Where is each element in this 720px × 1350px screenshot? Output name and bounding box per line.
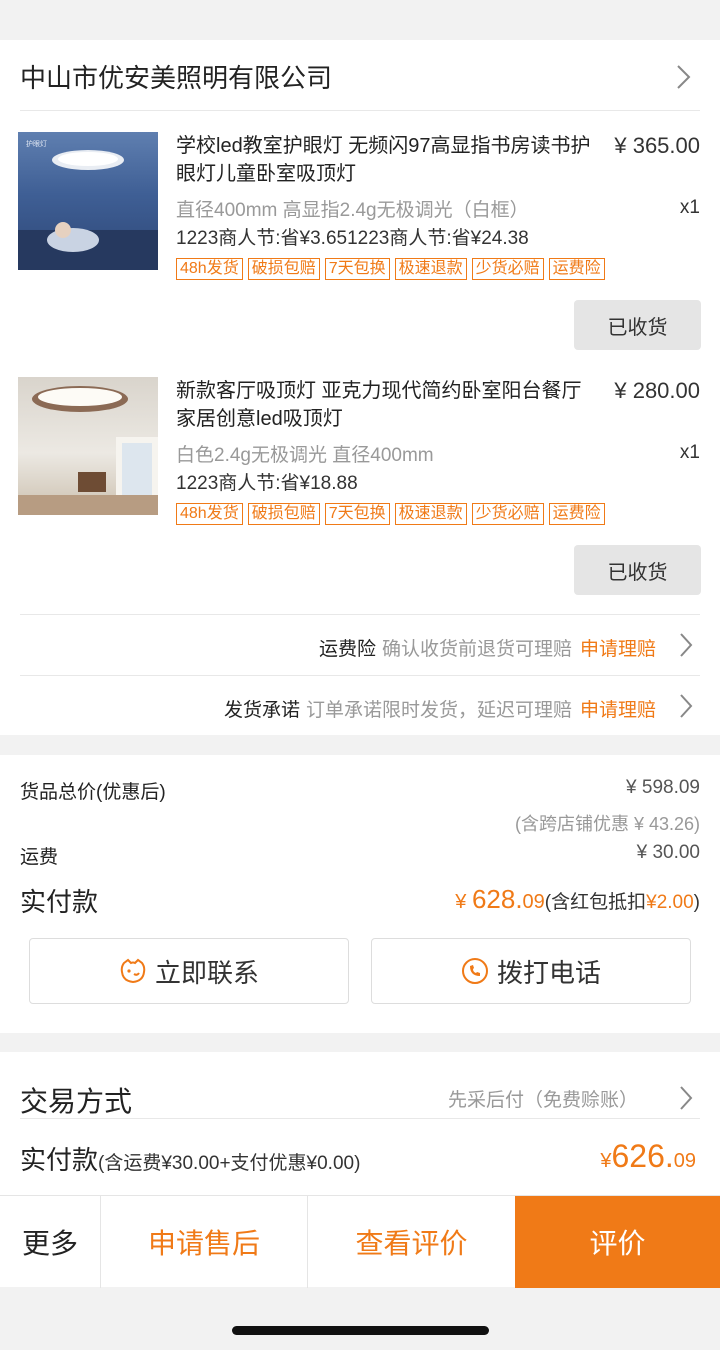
thumb-label: 护眼灯 (26, 139, 47, 148)
chat-label: 立即联系 (154, 957, 259, 988)
divider (20, 1118, 700, 1119)
service-tags: 48h发货 破损包赔 7天包换 极速退款 少货必赔 运费险 (176, 503, 605, 525)
final-paid-decimal: 09 (673, 1150, 696, 1172)
trade-method-label: 交易方式 (20, 1086, 133, 1117)
chat-face-icon (120, 958, 146, 984)
service-name: 运费险 (318, 639, 376, 660)
final-paid-currency: ¥ (600, 1150, 612, 1172)
chat-button[interactable]: 立即联系 (29, 938, 349, 1004)
product-price: ¥ 280.00 (614, 378, 700, 403)
call-label: 拨打电话 (496, 957, 601, 988)
goods-total-value: ¥ 598.09 (626, 777, 700, 798)
paid-note-suffix: ) (693, 892, 700, 913)
home-indicator (232, 1326, 489, 1335)
claim-link[interactable]: 申请理赔 (580, 700, 656, 721)
final-paid-label: 实付款 (20, 1145, 99, 1175)
tag-damage: 破损包赔 (247, 258, 320, 280)
product-title[interactable]: 学校led教室护眼灯 无频闪97高显指书房读书护眼灯儿童卧室吸顶灯 (176, 132, 596, 188)
phone-icon (461, 958, 488, 984)
store-name[interactable]: 中山市优安美照明有限公司 (20, 58, 332, 95)
chevron-right-icon[interactable] (678, 1085, 694, 1111)
product-qty: x1 (679, 197, 700, 218)
divider (20, 614, 700, 615)
final-paid-detail: (含运费¥30.00+支付优惠¥0.00) (98, 1153, 361, 1174)
paid-label: 实付款 (20, 887, 99, 917)
product-spec: 直径400mm 高显指2.4g无极调光（白框） (176, 200, 529, 221)
received-button[interactable]: 已收货 (574, 545, 701, 595)
service-desc: 确认收货前退货可理赔 (381, 639, 572, 660)
store-chevron-icon[interactable] (674, 64, 692, 90)
chevron-right-icon[interactable] (678, 693, 694, 719)
call-button[interactable]: 拨打电话 (371, 938, 691, 1004)
paid-note-amount: ¥2.00 (646, 892, 694, 913)
product-thumbnail[interactable] (18, 377, 158, 515)
tag-48h: 48h发货 (176, 503, 243, 525)
paid-integer: 628. (471, 884, 523, 914)
ceiling-lamp-image-icon (18, 386, 158, 515)
service-row-delivery-promise[interactable]: 发货承诺 订单承诺限时发货，延迟可理赔 申请理赔 (224, 695, 656, 722)
tag-48h: 48h发货 (176, 258, 243, 280)
divider (20, 675, 700, 676)
tag-refund: 极速退款 (394, 503, 467, 525)
service-tags: 48h发货 破损包赔 7天包换 极速退款 少货必赔 运费险 (176, 258, 605, 280)
product-price: ¥ 365.00 (614, 133, 700, 158)
service-desc: 订单承诺限时发货，延迟可理赔 (305, 700, 572, 721)
tag-refund: 极速退款 (394, 258, 467, 280)
product-promo: 1223商人节:省¥18.88 (176, 473, 358, 494)
divider (20, 110, 700, 111)
paid-currency: ¥ (455, 891, 472, 913)
final-paid: 实付款(含运费¥30.00+支付优惠¥0.00) (20, 1140, 360, 1177)
tag-7day: 7天包换 (324, 258, 390, 280)
service-row-shipping-insurance[interactable]: 运费险 确认收货前退货可理赔 申请理赔 (319, 634, 656, 661)
ceiling-lamp-image-icon: 护眼灯 (18, 139, 158, 270)
paid-note-prefix: (含红包抵扣 (544, 892, 647, 913)
product-qty: x1 (679, 442, 700, 463)
paid-decimal: 09 (522, 891, 545, 913)
tag-7day: 7天包换 (324, 503, 390, 525)
tag-shipping-insurance: 运费险 (548, 258, 605, 280)
service-name: 发货承诺 (223, 700, 300, 721)
product-spec: 白色2.4g无极调光 直径400mm (176, 445, 434, 466)
product-promo: 1223商人节:省¥3.651223商人节:省¥24.38 (176, 228, 529, 249)
tag-damage: 破损包赔 (247, 503, 320, 525)
claim-link[interactable]: 申请理赔 (580, 639, 656, 660)
tag-shortage: 少货必赔 (471, 503, 544, 525)
paid-amount: ¥ 628.09(含红包抵扣¥2.00) (455, 884, 700, 915)
view-review-button[interactable]: 查看评价 (308, 1196, 515, 1288)
final-paid-integer: 626. (611, 1138, 674, 1174)
bottom-action-bar: 更多 申请售后 查看评价 评价 (0, 1195, 720, 1288)
final-paid-amount: ¥626.09 (600, 1138, 696, 1175)
shipping-label: 运费 (20, 847, 59, 868)
trade-method-value[interactable]: 先采后付（免费赊账） (448, 1085, 638, 1112)
tag-shipping-insurance: 运费险 (548, 503, 605, 525)
cross-store-discount: (含跨店铺优惠 ¥ 43.26) (514, 814, 700, 834)
after-sale-button[interactable]: 申请售后 (101, 1196, 308, 1288)
chevron-right-icon[interactable] (678, 632, 694, 658)
tag-shortage: 少货必赔 (471, 258, 544, 280)
more-button[interactable]: 更多 (0, 1196, 101, 1288)
shipping-value: ¥ 30.00 (636, 842, 700, 863)
goods-total-label: 货品总价(优惠后) (20, 782, 166, 803)
review-button[interactable]: 评价 (515, 1196, 720, 1288)
received-button[interactable]: 已收货 (574, 300, 701, 350)
product-thumbnail[interactable]: 护眼灯 (18, 132, 158, 270)
product-title[interactable]: 新款客厅吸顶灯 亚克力现代简约卧室阳台餐厅家居创意led吸顶灯 (176, 377, 596, 433)
